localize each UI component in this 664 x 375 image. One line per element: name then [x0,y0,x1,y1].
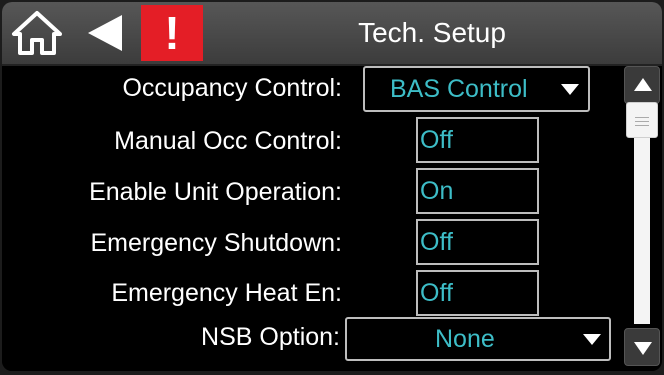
emergency-shutdown-label: Emergency Shutdown: [90,229,342,257]
manual-occ-control-label: Manual Occ Control: [114,127,342,155]
back-arrow-icon [88,15,122,51]
page-title: Tech. Setup [358,17,506,48]
enable-unit-operation-value[interactable]: On [416,168,539,214]
emergency-heat-en-value[interactable]: Off [416,270,539,316]
arrow-down-icon [634,342,652,355]
emergency-heat-en-label: Emergency Heat En: [111,279,342,307]
header-bar: ! Tech. Setup [2,2,662,66]
home-button[interactable] [10,8,64,58]
manual-occ-control-value[interactable]: Off [416,117,539,163]
chevron-down-icon [561,84,579,95]
arrow-up-icon [634,78,652,91]
occupancy-control-dropdown[interactable]: BAS Control [363,66,590,112]
chevron-down-icon [583,334,601,345]
scroll-thumb[interactable] [626,102,658,138]
alert-icon: ! [164,7,180,59]
occupancy-control-value: BAS Control [390,74,528,103]
nsb-option-dropdown[interactable]: None [345,317,611,361]
scroll-up-button[interactable] [624,66,660,104]
emergency-shutdown-value[interactable]: Off [416,219,539,265]
nsb-option-label: NSB Option: [201,323,340,351]
scroll-down-button[interactable] [624,328,660,366]
settings-panel: Occupancy Control: BAS Control Manual Oc… [2,66,618,371]
home-icon [12,11,62,55]
enable-unit-operation-label: Enable Unit Operation: [89,178,342,206]
nsb-option-value: None [435,324,495,353]
scrollbar[interactable] [624,66,660,366]
occupancy-control-label: Occupancy Control: [122,74,342,102]
alert-button[interactable]: ! [141,5,203,61]
back-button[interactable] [84,12,126,54]
screen: ! Tech. Setup Occupancy Control: BAS Con… [2,2,662,371]
scroll-track[interactable] [634,138,650,324]
